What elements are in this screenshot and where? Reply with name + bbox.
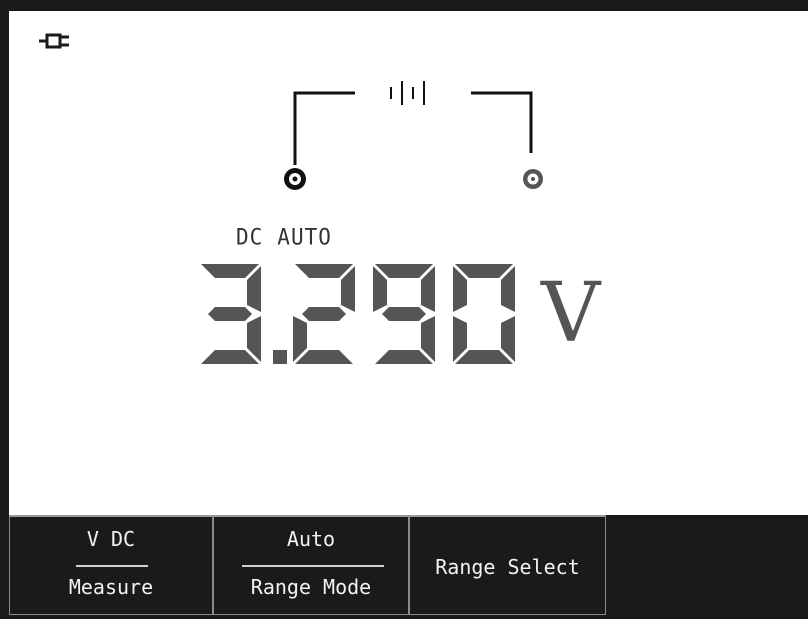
measure-softkey[interactable]: V DC Measure: [9, 515, 213, 615]
segment-d: [201, 350, 259, 364]
segment-a: [375, 264, 433, 278]
segment-g: [208, 307, 252, 321]
reading-digit-1: [293, 264, 355, 364]
com-terminal-icon: [284, 168, 306, 190]
battery-source-icon: [293, 81, 533, 165]
segment-g: [382, 307, 426, 321]
segment-a: [295, 264, 353, 278]
segment-g: [302, 307, 346, 321]
dc-mode-label: DC: [236, 224, 264, 250]
input-terminal-icon: [523, 169, 543, 189]
range-select-softkey[interactable]: Range Select: [409, 515, 606, 615]
segment-a: [201, 264, 259, 278]
segment-d: [455, 350, 513, 364]
reading-digit-2: [373, 264, 435, 364]
reading-digit-3: [453, 264, 515, 364]
auto-range-label: AUTO: [277, 224, 332, 250]
multimeter-screen: DC AUTO V V DC Measure Auto Range Mode Ra…: [0, 0, 808, 619]
segment-a: [455, 264, 513, 278]
measure-value: V DC: [86, 527, 136, 551]
reading-digit-0: [201, 264, 261, 364]
range-mode-label: Range Mode: [250, 575, 372, 599]
measurement-display: DC AUTO V: [9, 11, 808, 515]
softkey-divider: [76, 565, 148, 567]
segment-d: [375, 350, 433, 364]
segment-d: [295, 350, 353, 364]
softkey-bar: V DC Measure Auto Range Mode Range Selec…: [9, 515, 808, 619]
battery-circuit-diagram: [284, 81, 543, 190]
unit-label: V: [541, 266, 601, 361]
plug-power-icon: [39, 33, 69, 49]
range-mode-value: Auto: [286, 527, 336, 551]
measure-label: Measure: [68, 575, 154, 599]
mode-indicator: DC AUTO: [236, 224, 346, 249]
softkey-divider: [242, 565, 384, 567]
decimal-point: [273, 350, 287, 364]
range-mode-softkey[interactable]: Auto Range Mode: [213, 515, 409, 615]
range-select-label: Range Select: [435, 555, 580, 579]
measurement-reading: [201, 264, 515, 364]
